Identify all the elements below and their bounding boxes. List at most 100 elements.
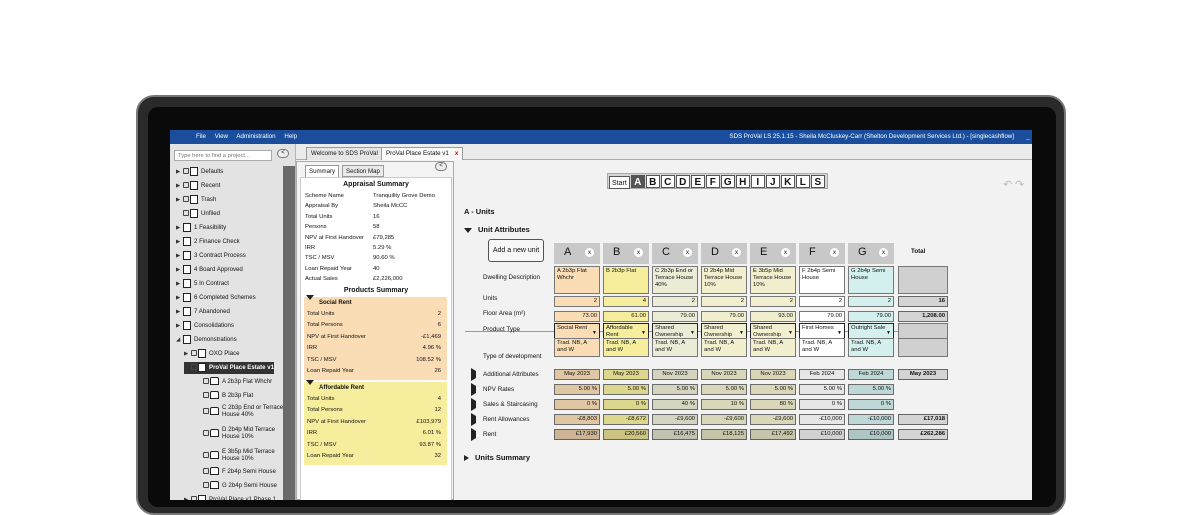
floor-area-field[interactable]: 79.00 bbox=[799, 311, 845, 322]
floor-area-field[interactable]: 79.00 bbox=[848, 311, 894, 322]
tree-item[interactable]: ▶ Recent bbox=[176, 180, 220, 192]
tree-item[interactable]: ▶ 2 Finance Check bbox=[176, 236, 240, 248]
rent-allowance-field[interactable]: -£8,803 bbox=[554, 414, 600, 425]
nav-button-k[interactable]: K bbox=[780, 175, 795, 188]
tree-item[interactable]: ▶ 4 Board Approved bbox=[176, 264, 243, 276]
sidebar-collapse-button[interactable]: < bbox=[277, 149, 289, 158]
npv-rate-field[interactable]: 5.00 % bbox=[603, 384, 649, 395]
sales-field[interactable]: 0 % bbox=[848, 399, 894, 410]
sales-field[interactable]: 80 % bbox=[750, 399, 796, 410]
close-tab-icon[interactable]: x bbox=[455, 150, 458, 157]
tab-welcome[interactable]: Welcome to SDS ProVal bbox=[306, 147, 383, 160]
undo-icon[interactable]: ↶ bbox=[1003, 178, 1012, 191]
sales-field[interactable]: 0 % bbox=[603, 399, 649, 410]
nav-button-e[interactable]: E bbox=[690, 175, 705, 188]
tree-item[interactable]: ▶ OXO Place bbox=[184, 348, 239, 360]
nav-button-s[interactable]: S bbox=[810, 175, 825, 188]
npv-rate-field[interactable]: 5.00 % bbox=[701, 384, 747, 395]
units-field[interactable]: 2 bbox=[750, 296, 796, 307]
development-type-field[interactable]: Trad. NB, A and W bbox=[701, 338, 747, 357]
subtab-section-map[interactable]: Section Map bbox=[342, 165, 384, 177]
floor-area-field[interactable]: 79.00 bbox=[652, 311, 698, 322]
floor-area-field[interactable]: 93.00 bbox=[750, 311, 796, 322]
tree-item[interactable]: ◢ Demonstrations bbox=[176, 334, 237, 346]
nav-button-d[interactable]: D bbox=[675, 175, 690, 188]
additional-attributes-field[interactable]: May 2023 bbox=[603, 369, 649, 380]
remove-unit-icon[interactable]: x bbox=[781, 248, 790, 257]
rent-field[interactable]: £18,125 bbox=[701, 429, 747, 440]
rent-field[interactable]: £16,475 bbox=[652, 429, 698, 440]
row-expander-rent[interactable]: Rent bbox=[471, 428, 496, 441]
chevron-right-icon[interactable]: ▶ bbox=[176, 222, 183, 234]
units-field[interactable]: 2 bbox=[799, 296, 845, 307]
chevron-right-icon[interactable]: ▶ bbox=[176, 292, 183, 304]
chevron-right-icon[interactable]: ▶ bbox=[176, 166, 183, 178]
dwelling-description-field[interactable]: A 2b3p Flat Whchr bbox=[554, 266, 600, 294]
chevron-right-icon[interactable]: ▶ bbox=[184, 494, 191, 500]
chevron-right-icon[interactable]: ▶ bbox=[176, 180, 183, 192]
additional-attributes-field[interactable]: Nov 2023 bbox=[701, 369, 747, 380]
sales-field[interactable]: 10 % bbox=[701, 399, 747, 410]
nav-button-f[interactable]: F bbox=[705, 175, 720, 188]
remove-unit-icon[interactable]: x bbox=[879, 248, 888, 257]
development-type-field[interactable]: Trad. NB, A and W bbox=[750, 338, 796, 357]
units-field[interactable]: 4 bbox=[603, 296, 649, 307]
remove-unit-icon[interactable]: x bbox=[732, 248, 741, 257]
rent-field[interactable]: £17,930 bbox=[554, 429, 600, 440]
rent-field[interactable]: £20,560 bbox=[603, 429, 649, 440]
section-title[interactable]: Social Rent bbox=[304, 294, 447, 309]
menu-file[interactable]: File bbox=[196, 133, 206, 140]
tree-item[interactable]: ◢ ProVal Place Estate v1 bbox=[184, 362, 275, 374]
rent-allowance-field[interactable]: -£10,000 bbox=[799, 414, 845, 425]
dwelling-description-field[interactable]: D 2b4p Mid Terrace House 10% bbox=[701, 266, 747, 294]
chevron-right-icon[interactable]: ▶ bbox=[176, 250, 183, 262]
npv-rate-field[interactable]: 5.00 % bbox=[848, 384, 894, 395]
remove-unit-icon[interactable]: x bbox=[634, 248, 643, 257]
nav-button-h[interactable]: H bbox=[735, 175, 750, 188]
sales-field[interactable]: 40 % bbox=[652, 399, 698, 410]
subtab-summary[interactable]: Summary bbox=[305, 165, 340, 177]
chevron-right-icon[interactable]: ▶ bbox=[176, 264, 183, 276]
chevron-down-icon[interactable]: ◢ bbox=[176, 334, 183, 346]
dwelling-description-field[interactable]: F 2b4p Semi House bbox=[799, 266, 845, 294]
chevron-right-icon[interactable]: ▶ bbox=[176, 278, 183, 290]
dwelling-description-field[interactable]: G 2b4p Semi House bbox=[848, 266, 894, 294]
additional-attributes-field[interactable]: May 2023 bbox=[554, 369, 600, 380]
menu-view[interactable]: View bbox=[215, 133, 228, 140]
chevron-right-icon[interactable]: ▶ bbox=[184, 348, 191, 360]
npv-rate-field[interactable]: 5.00 % bbox=[652, 384, 698, 395]
tree-item[interactable]: ▶ 3 Contract Process bbox=[176, 250, 246, 262]
project-search-input[interactable] bbox=[174, 150, 272, 161]
additional-attributes-field[interactable]: Feb 2024 bbox=[799, 369, 845, 380]
tree-item[interactable]: A 2b3p Flat Whchr bbox=[196, 376, 272, 388]
development-type-field[interactable]: Trad. NB, A and W bbox=[848, 338, 894, 357]
tree-item[interactable]: G 2b4p Semi House bbox=[196, 480, 277, 492]
development-type-field[interactable]: Trad. NB, A and W bbox=[554, 338, 600, 357]
panel-collapse-button[interactable]: < bbox=[435, 162, 447, 171]
remove-unit-icon[interactable]: x bbox=[830, 248, 839, 257]
floor-area-field[interactable]: 73.00 bbox=[554, 311, 600, 322]
floor-area-field[interactable]: 79.00 bbox=[701, 311, 747, 322]
chevron-right-icon[interactable]: ▶ bbox=[176, 236, 183, 248]
development-type-field[interactable]: Trad. NB, A and W bbox=[799, 338, 845, 357]
add-unit-button[interactable]: Add a new unit bbox=[488, 239, 544, 262]
row-expander-additional[interactable]: Additional Attributes bbox=[471, 368, 539, 381]
development-type-field[interactable]: Trad. NB, A and W bbox=[603, 338, 649, 357]
tree-item[interactable]: B 2b3p Flat bbox=[196, 390, 253, 402]
rent-field[interactable]: £10,000 bbox=[848, 429, 894, 440]
tab-proval-place-estate[interactable]: ProVal Place Estate v1 x bbox=[381, 147, 464, 160]
tree-item[interactable]: ▶ 1 Feasibility bbox=[176, 222, 226, 234]
nav-button-start[interactable]: Start bbox=[609, 176, 630, 189]
tree-item[interactable]: C 2b3p End or Terrace House 40% bbox=[196, 404, 284, 422]
tree-item[interactable]: ▶ 6 Completed Schemes bbox=[176, 292, 256, 304]
menu-help[interactable]: Help bbox=[284, 133, 297, 140]
tree-item[interactable]: ▶ 5 In Contract bbox=[176, 278, 229, 290]
menu-administration[interactable]: Administration bbox=[236, 133, 275, 140]
tree-item[interactable]: ▶ Defaults bbox=[176, 166, 223, 178]
units-field[interactable]: 2 bbox=[652, 296, 698, 307]
tree-item[interactable]: F 2b4p Semi House bbox=[196, 466, 276, 478]
units-summary-header[interactable]: Units Summary bbox=[464, 453, 530, 462]
chevron-right-icon[interactable]: ▶ bbox=[176, 194, 183, 206]
sales-field[interactable]: 0 % bbox=[554, 399, 600, 410]
units-field[interactable]: 2 bbox=[701, 296, 747, 307]
